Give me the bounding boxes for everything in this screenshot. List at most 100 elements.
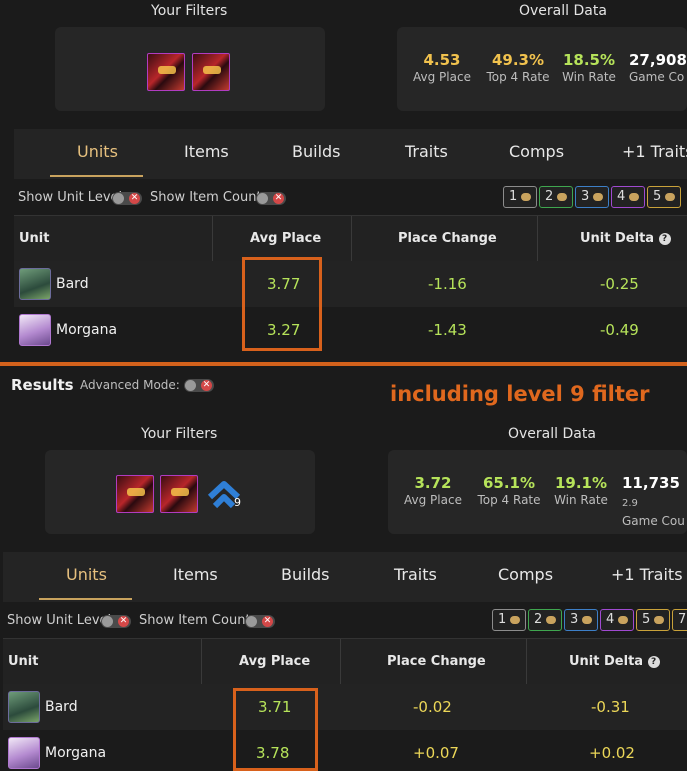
help-circle-icon[interactable]: ? bbox=[658, 232, 671, 245]
close-icon: ✕ bbox=[129, 193, 140, 204]
tab-items[interactable]: Items bbox=[173, 565, 218, 584]
gold-coin-icon bbox=[593, 193, 603, 201]
tab-bar: Units Items Builds Traits Comps +1 Trait… bbox=[14, 129, 687, 179]
overall-data-box: 3.72 Avg Place 65.1% Top 4 Rate 19.1% Wi… bbox=[388, 450, 687, 534]
annotation-text: including level 9 filter bbox=[390, 382, 650, 406]
units-table: Unit Avg Place Place Change Unit Delta ?… bbox=[14, 215, 687, 355]
help-circle-icon[interactable]: ? bbox=[647, 655, 660, 668]
gold-coin-icon bbox=[618, 616, 628, 624]
show-unit-level-label: Show Unit Level bbox=[7, 613, 112, 628]
tab-units[interactable]: Units bbox=[66, 565, 107, 584]
close-icon: ✕ bbox=[273, 193, 284, 204]
filters-box bbox=[55, 27, 325, 111]
stat-avg-place: 4.53 Avg Place bbox=[413, 51, 471, 84]
filter-unit-bard[interactable] bbox=[147, 53, 185, 91]
results-title: Results bbox=[11, 376, 74, 394]
gold-coin-icon bbox=[654, 616, 664, 624]
cost-filter-5[interactable]: 5 bbox=[636, 609, 670, 631]
tab-units[interactable]: Units bbox=[77, 142, 118, 161]
overall-data-title: Overall Data bbox=[508, 426, 596, 442]
tab-bar: Units Items Builds Traits Comps +1 Trait… bbox=[3, 552, 687, 602]
table-row[interactable]: Morgana 3.27 -1.43 -0.49 bbox=[14, 307, 687, 353]
cost-filter-1[interactable]: 1 bbox=[492, 609, 526, 631]
tab-items[interactable]: Items bbox=[184, 142, 229, 161]
gold-coin-icon bbox=[665, 193, 675, 201]
tab-builds[interactable]: Builds bbox=[281, 565, 330, 584]
show-unit-level-toggle[interactable]: ✕ bbox=[112, 192, 142, 205]
active-tab-indicator bbox=[50, 175, 143, 177]
cost-filter-4[interactable]: 4 bbox=[600, 609, 634, 631]
cost-filter-group: 1 2 3 4 5 7 bbox=[492, 609, 687, 631]
active-tab-indicator bbox=[39, 598, 132, 600]
tab-traits[interactable]: Traits bbox=[405, 142, 448, 161]
cost-filter-4[interactable]: 4 bbox=[611, 186, 645, 208]
table-row[interactable]: Bard 3.71 -0.02 -0.31 bbox=[3, 684, 687, 730]
col-place-change[interactable]: Place Change bbox=[398, 216, 497, 261]
close-icon: ✕ bbox=[118, 616, 129, 627]
filters-box: 9 bbox=[45, 450, 315, 534]
advanced-mode-label: Advanced Mode: bbox=[80, 378, 180, 392]
avg-place-highlight bbox=[233, 688, 318, 771]
cost-filter-3[interactable]: 3 bbox=[575, 186, 609, 208]
stat-game-count: 27,908 Game Co bbox=[629, 51, 687, 84]
units-table: Unit Avg Place Place Change Unit Delta ?… bbox=[3, 638, 687, 771]
avatar bbox=[19, 268, 51, 300]
table-header: Unit Avg Place Place Change Unit Delta ? bbox=[3, 638, 687, 684]
col-unit-delta[interactable]: Unit Delta ? bbox=[580, 216, 671, 261]
avg-place-highlight bbox=[242, 257, 322, 351]
your-filters-title: Your Filters bbox=[141, 426, 218, 442]
cost-filter-2[interactable]: 2 bbox=[539, 186, 573, 208]
avatar bbox=[8, 737, 40, 769]
gold-coin-icon bbox=[582, 616, 592, 624]
show-item-count-label: Show Item Count bbox=[139, 613, 251, 628]
stat-top4-rate: 65.1% Top 4 Rate bbox=[477, 474, 541, 507]
gold-coin-icon bbox=[557, 193, 567, 201]
tab-comps[interactable]: Comps bbox=[509, 142, 564, 161]
level-badge: 9 bbox=[234, 496, 241, 509]
filter-unit-bard[interactable] bbox=[116, 475, 154, 513]
col-avg-place[interactable]: Avg Place bbox=[239, 639, 310, 684]
show-unit-level-label: Show Unit Level bbox=[18, 190, 123, 205]
show-item-count-toggle[interactable]: ✕ bbox=[256, 192, 286, 205]
top-results-panel: Your Filters Overall Data 4.53 Avg Place… bbox=[0, 0, 687, 364]
filter-unit-morgana[interactable] bbox=[160, 475, 198, 513]
gold-coin-icon bbox=[546, 616, 556, 624]
stat-top4-rate: 49.3% Top 4 Rate bbox=[486, 51, 550, 84]
gold-coin-icon bbox=[629, 193, 639, 201]
col-unit[interactable]: Unit bbox=[8, 639, 38, 684]
col-unit[interactable]: Unit bbox=[19, 216, 49, 261]
bottom-results-panel: Results Advanced Mode: ✕ including level… bbox=[0, 368, 687, 771]
tab-plus1-traits[interactable]: +1 Traits bbox=[611, 565, 683, 584]
cost-filter-2[interactable]: 2 bbox=[528, 609, 562, 631]
your-filters-title: Your Filters bbox=[151, 3, 228, 19]
section-divider bbox=[0, 362, 687, 366]
overall-data-title: Overall Data bbox=[519, 3, 607, 19]
filter-level[interactable]: 9 bbox=[206, 477, 246, 511]
show-unit-level-toggle[interactable]: ✕ bbox=[101, 615, 131, 628]
table-row[interactable]: Bard 3.77 -1.16 -0.25 bbox=[14, 261, 687, 307]
filter-unit-morgana[interactable] bbox=[192, 53, 230, 91]
show-item-count-toggle[interactable]: ✕ bbox=[245, 615, 275, 628]
advanced-mode-toggle[interactable]: ✕ bbox=[184, 379, 214, 392]
stat-avg-place: 3.72 Avg Place bbox=[404, 474, 462, 507]
col-place-change[interactable]: Place Change bbox=[387, 639, 486, 684]
avatar bbox=[19, 314, 51, 346]
col-unit-delta[interactable]: Unit Delta ? bbox=[569, 639, 660, 684]
gold-coin-icon bbox=[521, 193, 531, 201]
show-item-count-label: Show Item Count bbox=[150, 190, 262, 205]
col-avg-place[interactable]: Avg Place bbox=[250, 216, 321, 261]
stat-win-rate: 18.5% Win Rate bbox=[562, 51, 616, 84]
tab-traits[interactable]: Traits bbox=[394, 565, 437, 584]
cost-filter-7[interactable]: 7 bbox=[672, 609, 687, 631]
tab-comps[interactable]: Comps bbox=[498, 565, 553, 584]
stat-win-rate: 19.1% Win Rate bbox=[554, 474, 608, 507]
close-icon: ✕ bbox=[262, 616, 273, 627]
cost-filter-5[interactable]: 5 bbox=[647, 186, 681, 208]
table-row[interactable]: Morgana 3.78 +0.07 +0.02 bbox=[3, 730, 687, 771]
overall-data-box: 4.53 Avg Place 49.3% Top 4 Rate 18.5% Wi… bbox=[397, 27, 687, 111]
tab-builds[interactable]: Builds bbox=[292, 142, 341, 161]
close-icon: ✕ bbox=[201, 380, 212, 391]
cost-filter-3[interactable]: 3 bbox=[564, 609, 598, 631]
tab-plus1-traits[interactable]: +1 Traits bbox=[622, 142, 687, 161]
cost-filter-1[interactable]: 1 bbox=[503, 186, 537, 208]
